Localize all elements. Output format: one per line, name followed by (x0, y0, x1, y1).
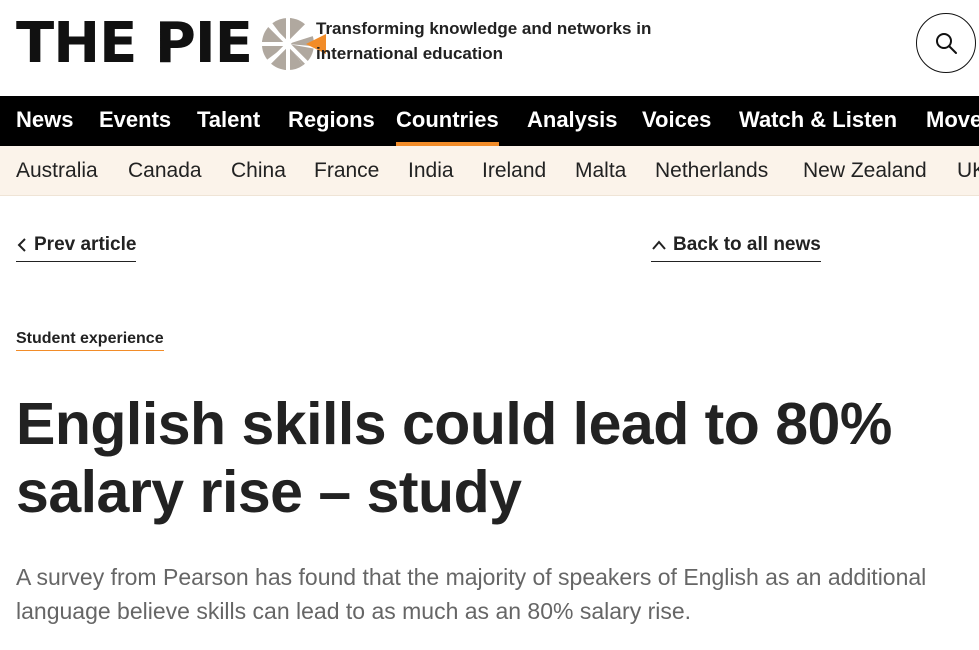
prev-article-label: Prev article (34, 233, 137, 255)
nav-item-move[interactable]: Move (926, 96, 979, 146)
country-item-canada[interactable]: Canada (128, 146, 202, 195)
country-item-australia[interactable]: Australia (16, 146, 98, 195)
site-header: THE PIE Transforming knowledge and netwo… (0, 0, 979, 96)
prev-article-link[interactable]: Prev article (16, 232, 137, 262)
nav-item-watch-listen[interactable]: Watch & Listen (739, 96, 897, 146)
logo-text: THE PIE (16, 11, 253, 76)
back-to-news-label: Back to all news (673, 233, 821, 255)
nav-item-events[interactable]: Events (99, 96, 171, 146)
country-item-ireland[interactable]: Ireland (482, 146, 546, 195)
country-item-uk[interactable]: UK (957, 146, 979, 195)
article-summary: A survey from Pearson has found that the… (16, 564, 927, 624)
article-headline: English skills could lead to 80% salary … (16, 391, 892, 525)
site-tagline: Transforming knowledge and networks in i… (316, 19, 652, 63)
chevron-up-icon (652, 239, 666, 250)
nav-item-analysis[interactable]: Analysis (527, 96, 618, 146)
primary-nav: News Events Talent Regions Countries Ana… (0, 96, 979, 146)
site-logo[interactable]: THE PIE (16, 14, 328, 74)
nav-item-talent[interactable]: Talent (197, 96, 260, 146)
country-item-france[interactable]: France (314, 146, 379, 195)
nav-item-regions[interactable]: Regions (288, 96, 375, 146)
nav-item-voices[interactable]: Voices (642, 96, 711, 146)
country-item-china[interactable]: China (231, 146, 286, 195)
search-icon (936, 33, 957, 54)
nav-item-news[interactable]: News (16, 96, 73, 146)
country-item-india[interactable]: India (408, 146, 454, 195)
back-to-news-link[interactable]: Back to all news (651, 232, 821, 262)
nav-item-countries[interactable]: Countries (396, 96, 499, 146)
country-item-netherlands[interactable]: Netherlands (655, 146, 768, 195)
chevron-left-icon (17, 237, 26, 252)
search-button[interactable] (916, 13, 976, 73)
article-category-tag[interactable]: Student experience (16, 330, 164, 351)
countries-subnav: Australia Canada China France India Irel… (0, 146, 979, 196)
country-item-malta[interactable]: Malta (575, 146, 626, 195)
country-item-new-zealand[interactable]: New Zealand (803, 146, 927, 195)
